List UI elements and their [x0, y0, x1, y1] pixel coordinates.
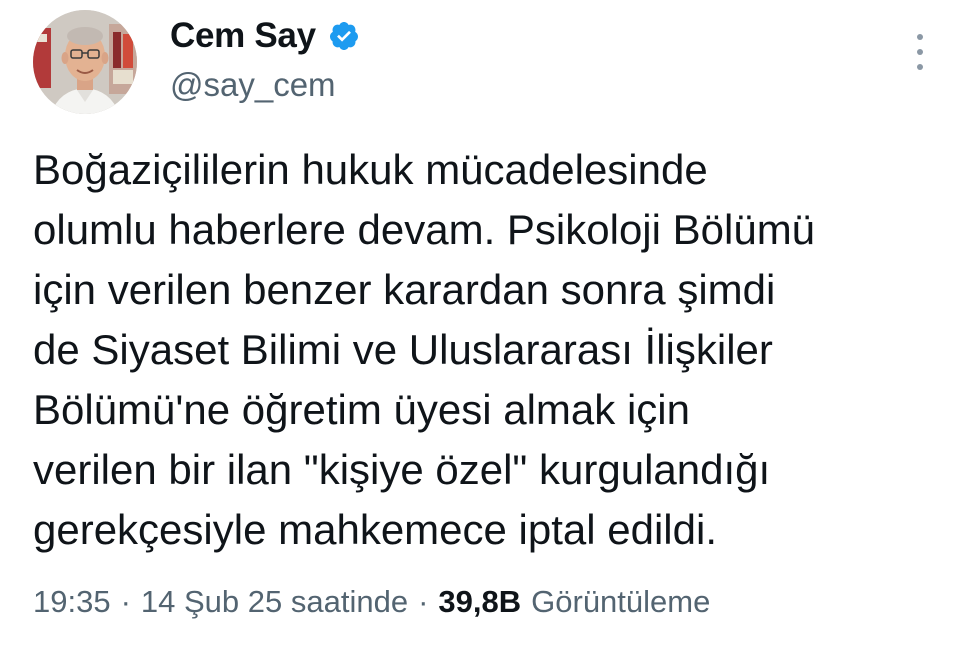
author-info: Cem Say @say_cem [170, 14, 360, 104]
tweet-text-line: gerekçesiyle mahkemece iptal edildi. [33, 506, 717, 553]
author-handle[interactable]: @say_cem [170, 66, 360, 104]
avatar[interactable] [33, 10, 137, 114]
more-vertical-icon [917, 49, 923, 55]
views-label: Görüntüleme [531, 584, 711, 619]
tweet-text-line: Boğaziçililerin hukuk mücadelesinde [33, 146, 708, 193]
tweet-time[interactable]: 19:35 [33, 584, 111, 620]
views-count[interactable]: 39,8B [438, 584, 521, 620]
tweet-date[interactable]: 14 Şub 25 saatinde [141, 584, 408, 620]
tweet-text-line: için verilen benzer karardan sonra şimdi [33, 266, 776, 313]
tweet-meta: 19:35 · 14 Şub 25 saatinde · 39,8B Görün… [33, 584, 710, 620]
verified-badge-icon[interactable] [328, 20, 360, 52]
author-display-name[interactable]: Cem Say [170, 16, 316, 56]
tweet-card: Cem Say @say_cem Boğaziçililerin hukuk m… [0, 0, 968, 660]
tweet-text-line: olumlu haberlere devam. Psikoloji Bölümü [33, 206, 816, 253]
more-options-button[interactable] [910, 34, 930, 70]
tweet-text-line: Bölümü'ne öğretim üyesi almak için [33, 386, 690, 433]
author-name-row: Cem Say [170, 14, 360, 58]
tweet-text: Boğaziçililerin hukuk mücadelesinde olum… [33, 140, 943, 560]
avatar-image [33, 10, 137, 114]
more-vertical-icon [917, 34, 923, 40]
meta-separator: · [418, 584, 429, 619]
tweet-text-line: verilen bir ilan "kişiye özel" kurguland… [33, 446, 771, 493]
tweet-text-line: de Siyaset Bilimi ve Uluslararası İlişki… [33, 326, 773, 373]
meta-separator: · [120, 584, 131, 619]
more-vertical-icon [917, 64, 923, 70]
